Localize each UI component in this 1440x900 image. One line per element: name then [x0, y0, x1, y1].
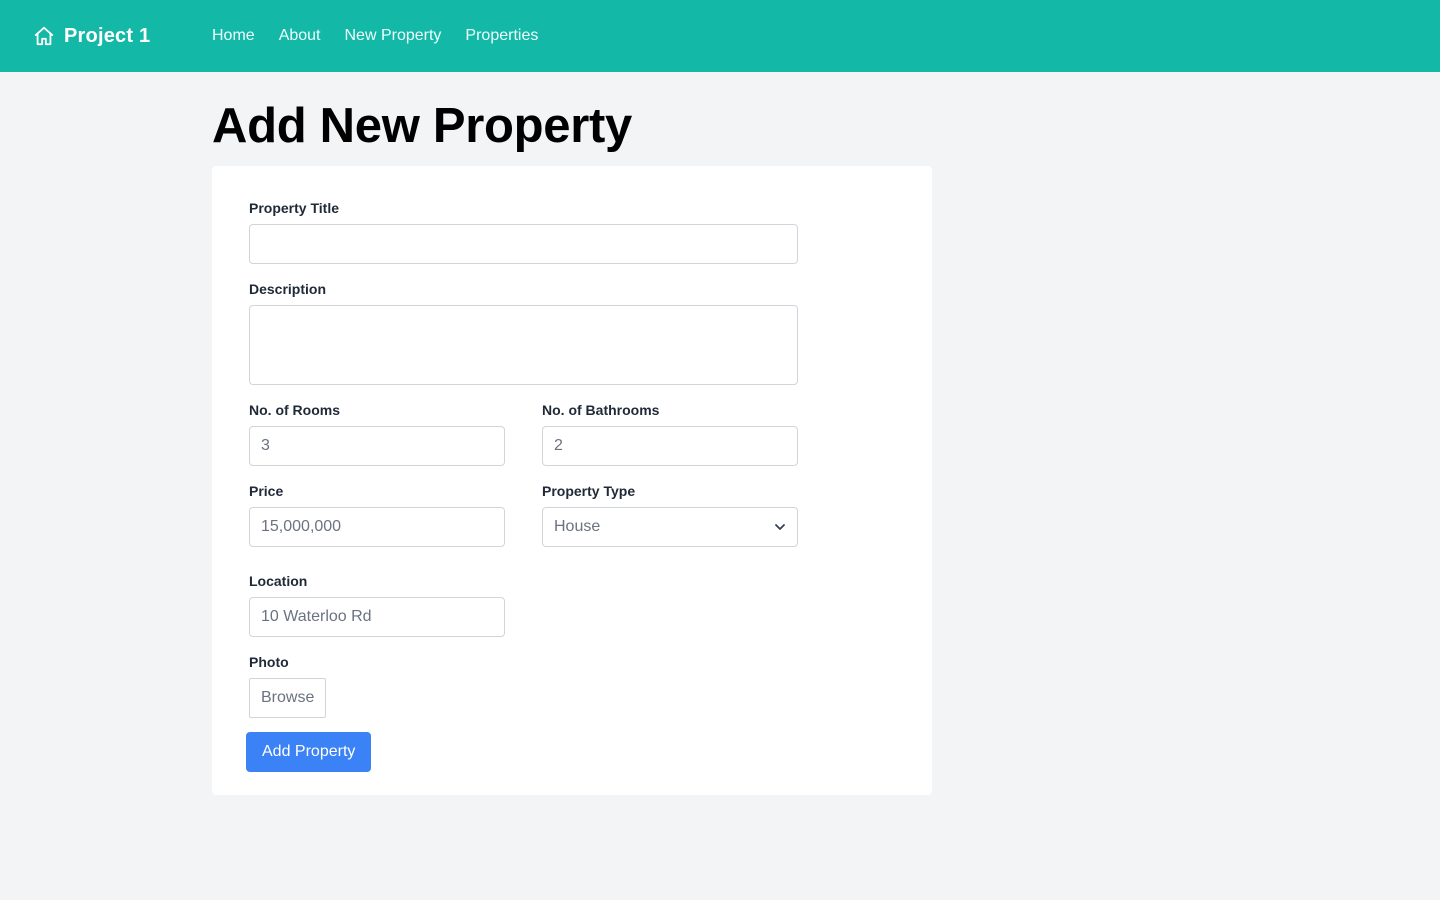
add-property-button[interactable]: Add Property — [246, 732, 372, 772]
description-textarea[interactable] — [249, 305, 798, 385]
bathrooms-input[interactable] — [542, 426, 798, 466]
rooms-input[interactable] — [249, 426, 505, 466]
property-title-input[interactable] — [249, 224, 798, 264]
price-input[interactable] — [249, 507, 505, 547]
page-title: Add New Property — [212, 99, 632, 153]
brand-name: Project 1 — [64, 24, 151, 47]
top-navbar: Project 1 Home About New Property Proper… — [0, 0, 1440, 72]
location-input[interactable] — [249, 597, 505, 637]
nav-links: Home About New Property Properties — [212, 0, 562, 72]
description-label: Description — [249, 281, 327, 297]
property-type-label: Property Type — [542, 483, 636, 499]
property-type-select[interactable]: House — [542, 507, 798, 547]
brand-link[interactable]: Project 1 — [33, 0, 150, 72]
property-type-value: House — [554, 518, 601, 535]
property-form-card: Property Title Description No. of Rooms … — [212, 166, 932, 795]
nav-link-properties[interactable]: Properties — [465, 27, 538, 45]
price-label: Price — [249, 483, 284, 499]
photo-browse-button[interactable]: Browse — [249, 678, 327, 718]
photo-label: Photo — [249, 654, 289, 670]
bathrooms-label: No. of Bathrooms — [542, 402, 660, 418]
property-title-label: Property Title — [249, 200, 339, 216]
rooms-label: No. of Rooms — [249, 402, 340, 418]
nav-link-home[interactable]: Home — [212, 27, 255, 45]
home-icon — [33, 25, 55, 47]
chevron-down-icon — [774, 521, 786, 533]
location-label: Location — [249, 573, 308, 589]
nav-link-new-property[interactable]: New Property — [345, 27, 442, 45]
nav-link-about[interactable]: About — [279, 27, 321, 45]
